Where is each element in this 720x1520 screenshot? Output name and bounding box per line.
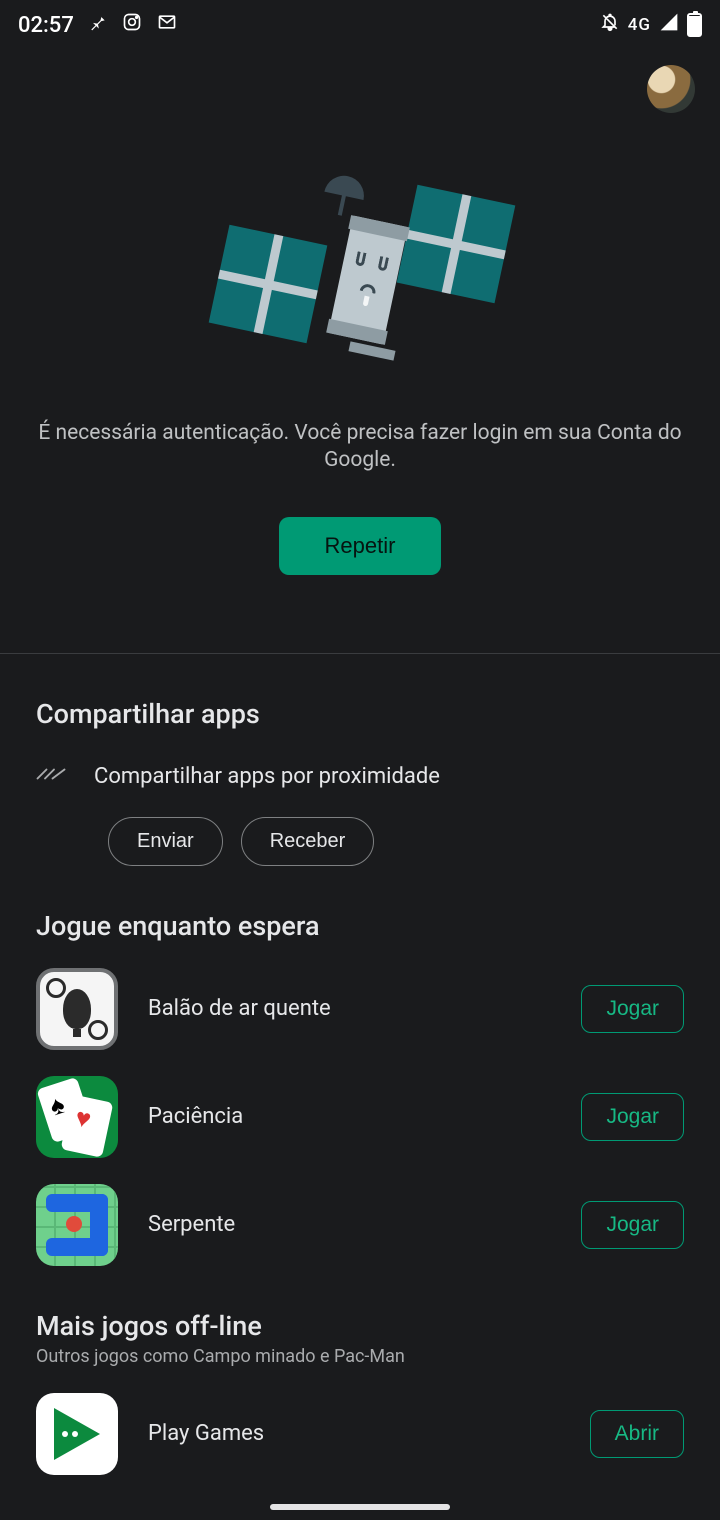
game-icon-snake: [36, 1184, 118, 1266]
battery-icon: [687, 13, 702, 37]
receive-button[interactable]: Receber: [241, 817, 375, 866]
game-name: Balão de ar quente: [148, 996, 551, 1021]
offline-games-title: Mais jogos off-line: [36, 1310, 684, 1342]
network-label: 4G: [628, 15, 651, 35]
account-avatar[interactable]: [647, 65, 695, 113]
game-item-balloon[interactable]: Balão de ar quente Jogar: [36, 968, 684, 1050]
game-icon-solitaire: [36, 1076, 118, 1158]
status-bar: 02:57 4G: [0, 0, 720, 50]
notifications-off-icon: [600, 12, 620, 38]
send-button[interactable]: Enviar: [108, 817, 223, 866]
app-icon-playgames: [36, 1393, 118, 1475]
share-apps-subtitle: Compartilhar apps por proximidade: [94, 764, 440, 789]
play-button[interactable]: Jogar: [581, 1093, 684, 1141]
offline-games-section: Mais jogos off-line Outros jogos como Ca…: [0, 1266, 720, 1475]
game-item-snake[interactable]: Serpente Jogar: [36, 1184, 684, 1266]
play-while-wait-section: Jogue enquanto espera Balão de ar quente…: [0, 866, 720, 1266]
play-button[interactable]: Jogar: [581, 985, 684, 1033]
app-name: Play Games: [148, 1421, 560, 1446]
share-apps-section: Compartilhar apps Compartilhar apps por …: [0, 654, 720, 866]
pin-icon: [88, 12, 108, 38]
home-indicator[interactable]: [270, 1504, 450, 1510]
signal-icon: [659, 12, 679, 38]
game-item-solitaire[interactable]: Paciência Jogar: [36, 1076, 684, 1158]
nearby-share-icon: [36, 764, 66, 788]
offline-games-subtitle: Outros jogos como Campo minado e Pac-Man: [36, 1346, 684, 1367]
play-while-wait-title: Jogue enquanto espera: [36, 910, 684, 942]
open-button[interactable]: Abrir: [590, 1410, 684, 1458]
app-item-playgames[interactable]: Play Games Abrir: [36, 1393, 684, 1475]
status-time: 02:57: [18, 13, 74, 38]
satellite-illustration: [210, 170, 510, 380]
game-icon-balloon: [36, 968, 118, 1050]
gmail-icon: [156, 12, 178, 38]
game-name: Paciência: [148, 1104, 551, 1129]
auth-error-message: É necessária autenticação. Você precisa …: [0, 420, 720, 475]
retry-button[interactable]: Repetir: [279, 517, 442, 575]
share-apps-title: Compartilhar apps: [36, 698, 684, 730]
auth-error-block: É necessária autenticação. Você precisa …: [0, 50, 720, 575]
game-name: Serpente: [148, 1212, 551, 1237]
instagram-icon: [122, 12, 142, 38]
play-button[interactable]: Jogar: [581, 1201, 684, 1249]
